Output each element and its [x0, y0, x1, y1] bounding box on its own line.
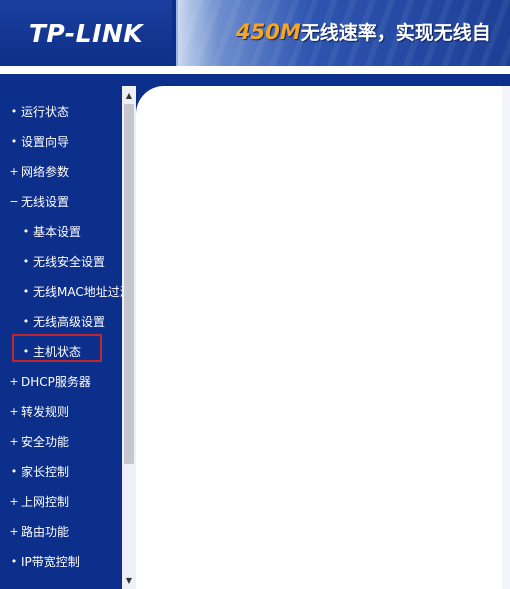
sidebar-subitem-wireless-advanced[interactable]: • 无线高级设置 [0, 306, 122, 336]
sidebar-item-label: 上网控制 [21, 494, 70, 509]
expand-plus-icon: + [9, 434, 19, 448]
sidebar-item-label: 路由功能 [21, 524, 70, 539]
sidebar-item-ip-bandwidth[interactable]: • IP带宽控制 [0, 546, 122, 576]
sidebar-subitem-wireless-security[interactable]: • 无线安全设置 [0, 246, 122, 276]
collapse-minus-icon: − [9, 194, 19, 208]
sidebar-item-forwarding-rules[interactable]: + 转发规则 [0, 396, 122, 426]
bullet-icon: • [22, 254, 30, 268]
sidebar-item-label: IP带宽控制 [21, 554, 80, 569]
sidebar-item-label: 设置向导 [21, 134, 70, 149]
brand-logo-area: TP-LINK [0, 0, 172, 66]
sidebar-item-label: 无线安全设置 [33, 254, 106, 269]
expand-plus-icon: + [9, 524, 19, 538]
sidebar-item-routing[interactable]: + 路由功能 [0, 516, 122, 546]
banner-number: 450M [236, 20, 301, 44]
sidebar-item-security[interactable]: + 安全功能 [0, 426, 122, 456]
banner-slogan: 无线速率，实现无线自 [300, 22, 491, 44]
expand-plus-icon: + [9, 494, 19, 508]
sidebar-scrollbar[interactable]: ▲ ▼ [122, 86, 136, 589]
header-divider [0, 66, 510, 74]
scroll-up-arrow-icon[interactable]: ▲ [122, 88, 136, 102]
bullet-icon: • [22, 224, 30, 238]
sidebar-item-label: 运行状态 [21, 104, 70, 119]
expand-plus-icon: + [9, 164, 19, 178]
expand-plus-icon: + [9, 404, 19, 418]
sidebar-item-setup-wizard[interactable]: • 设置向导 [0, 126, 122, 156]
header: TP-LINK 450M无线速率，实现无线自 [0, 0, 510, 66]
selection-highlight [12, 334, 102, 362]
sidebar-item-wireless-settings[interactable]: − 无线设置 [0, 186, 122, 216]
content-edge [502, 86, 510, 589]
sidebar-item-dhcp-server[interactable]: + DHCP服务器 [0, 366, 122, 396]
sidebar-item-network-params[interactable]: + 网络参数 [0, 156, 122, 186]
bullet-icon: • [10, 464, 18, 478]
sidebar-item-label: 转发规则 [21, 404, 70, 419]
content-frame [136, 86, 510, 589]
sidebar-item-label: 家长控制 [21, 464, 70, 479]
promo-banner: 450M无线速率，实现无线自 [176, 0, 510, 66]
sidebar-item-access-control[interactable]: + 上网控制 [0, 486, 122, 516]
scroll-down-arrow-icon[interactable]: ▼ [122, 573, 136, 587]
sidebar-subitem-mac-filter[interactable]: • 无线MAC地址过滤 [0, 276, 122, 306]
sidebar-item-label: 无线设置 [21, 194, 70, 209]
sidebar-item-running-status[interactable]: • 运行状态 [0, 96, 122, 126]
sidebar-item-label: 无线MAC地址过滤 [33, 284, 122, 299]
sidebar-subitem-basic-settings[interactable]: • 基本设置 [0, 216, 122, 246]
sidebar-item-parental-control[interactable]: • 家长控制 [0, 456, 122, 486]
banner-text: 450M无线速率，实现无线自 [236, 18, 491, 45]
brand-logo: TP-LINK [28, 18, 144, 48]
sidebar-item-label: 基本设置 [33, 224, 82, 239]
header-strip [0, 74, 510, 86]
bullet-icon: • [22, 284, 30, 298]
bullet-icon: • [10, 104, 18, 118]
sidebar-item-label: 网络参数 [21, 164, 70, 179]
scroll-thumb[interactable] [124, 104, 134, 464]
sidebar-item-label: DHCP服务器 [21, 374, 91, 389]
expand-plus-icon: + [9, 374, 19, 388]
main-content-panel [136, 86, 510, 589]
sidebar-item-label: 无线高级设置 [33, 314, 106, 329]
sidebar-item-label: 安全功能 [21, 434, 70, 449]
sidebar-menu: • 运行状态 • 设置向导 + 网络参数 − 无线设置 • 基本设置 • 无线安… [0, 86, 122, 589]
bullet-icon: • [10, 134, 18, 148]
bullet-icon: • [10, 554, 18, 568]
bullet-icon: • [22, 314, 30, 328]
